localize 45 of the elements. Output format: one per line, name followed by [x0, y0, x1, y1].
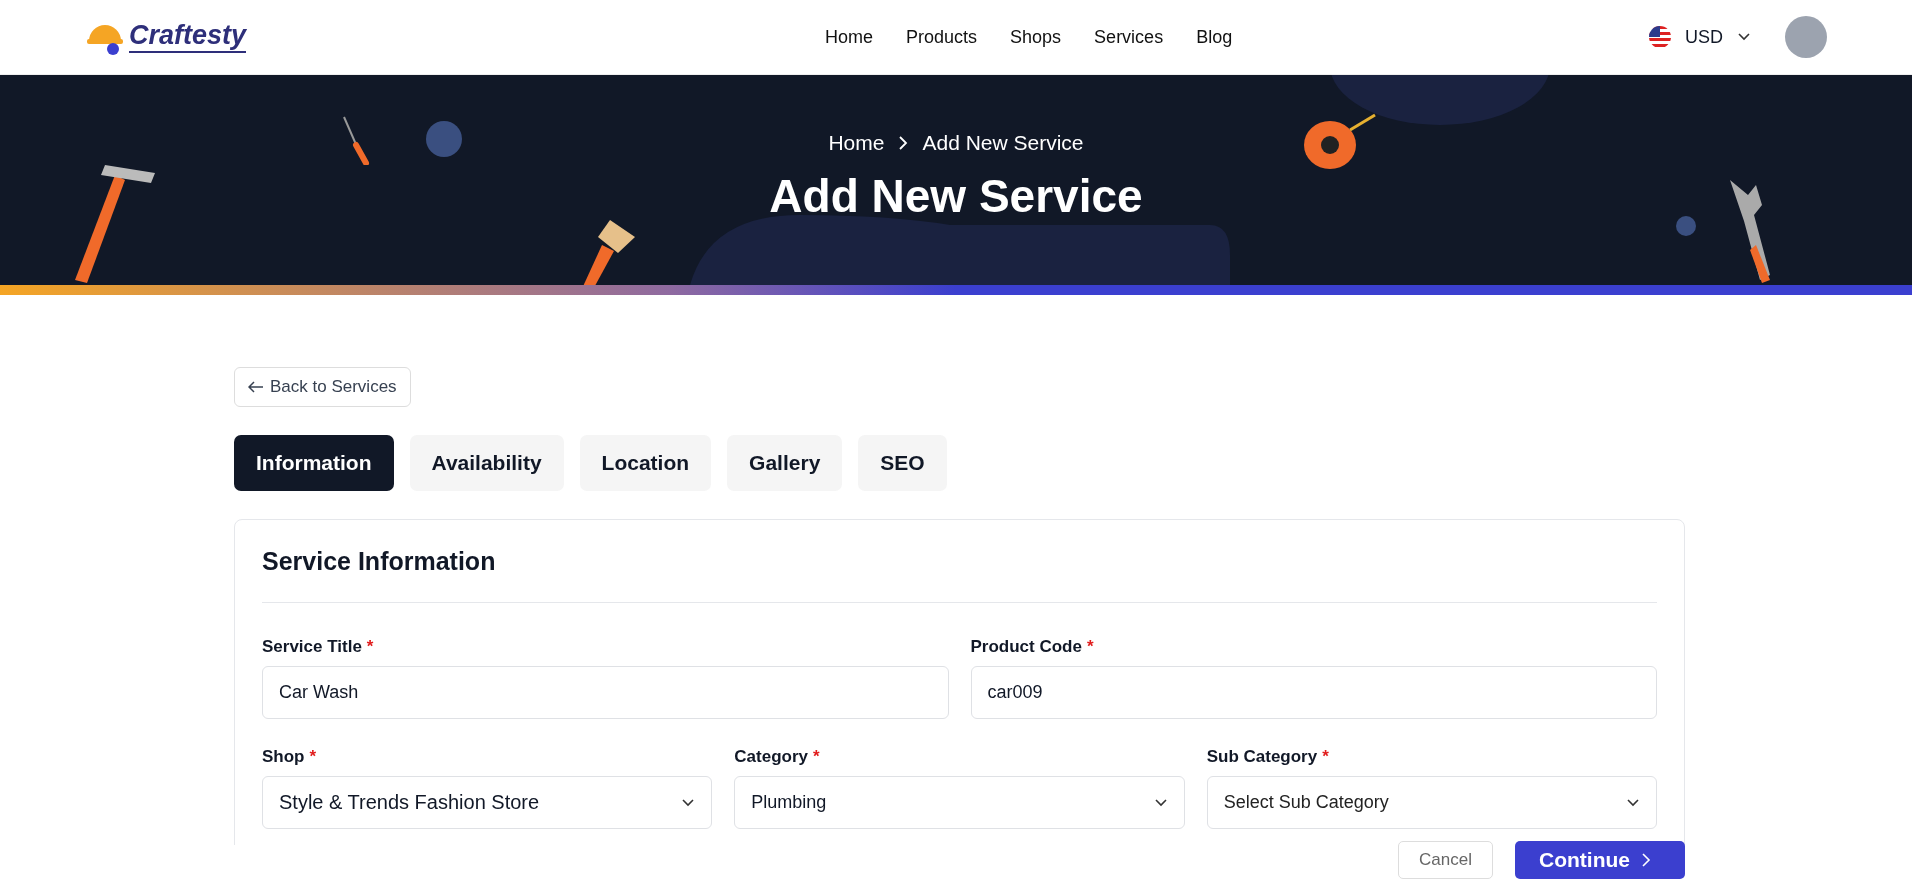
- tab[interactable]: Availability: [409, 435, 564, 491]
- nav-link[interactable]: Products: [906, 26, 978, 48]
- cancel-button[interactable]: Cancel: [1398, 841, 1493, 879]
- currency-selector[interactable]: USD: [1685, 26, 1723, 48]
- tab[interactable]: SEO: [858, 435, 947, 491]
- chevron-down-icon: [1626, 797, 1640, 808]
- screwdriver-icon: [340, 115, 370, 165]
- required-mark: *: [1086, 637, 1094, 657]
- required-mark: *: [366, 637, 374, 657]
- required-mark: *: [309, 747, 317, 767]
- tab[interactable]: Location: [579, 435, 712, 491]
- breadcrumb-item: Add New Service: [922, 131, 1084, 155]
- tab[interactable]: Gallery: [727, 435, 843, 491]
- field-label: Category: [734, 747, 808, 767]
- chevron-down-icon[interactable]: [1737, 32, 1751, 42]
- nav-link[interactable]: Services: [1094, 26, 1164, 48]
- continue-button[interactable]: Continue: [1515, 841, 1685, 879]
- sphere-icon: [1675, 215, 1699, 239]
- text-input-field[interactable]: Car Wash: [262, 666, 949, 719]
- chevron-right-icon: [898, 135, 909, 151]
- page-title: Add New Service: [769, 169, 1143, 223]
- nav-link[interactable]: Shops: [1010, 26, 1062, 48]
- chevron-down-icon: [681, 797, 696, 808]
- sphere-icon: [425, 120, 465, 160]
- field-label: Product Code: [970, 637, 1082, 657]
- section-title: Service Information: [262, 520, 1657, 603]
- nav-link[interactable]: Home: [825, 26, 873, 48]
- us-flag-icon[interactable]: [1649, 26, 1671, 48]
- nav-link[interactable]: Blog: [1196, 26, 1233, 48]
- chevron-down-icon: [1153, 797, 1168, 808]
- tab[interactable]: Information: [234, 435, 394, 491]
- required-mark: *: [1322, 747, 1329, 767]
- field-label: Service Title: [262, 637, 362, 657]
- back-to-services-button[interactable]: Back to Services: [234, 367, 411, 407]
- dropdown-select[interactable]: Plumbing: [734, 776, 1185, 829]
- chevron-right-icon: [1642, 853, 1651, 867]
- field-label: Shop: [262, 747, 305, 767]
- required-mark: *: [813, 747, 820, 767]
- brand-name[interactable]: Craftesty: [129, 21, 247, 53]
- arrow-left-icon: [248, 381, 264, 393]
- dropdown-select[interactable]: Style & Trends Fashion Store: [262, 776, 713, 829]
- dropdown-select[interactable]: Select Sub Category: [1206, 776, 1657, 829]
- text-input-field[interactable]: car009: [970, 666, 1657, 719]
- field-label: Sub Category: [1206, 747, 1318, 767]
- breadcrumb-item[interactable]: Home: [828, 131, 885, 155]
